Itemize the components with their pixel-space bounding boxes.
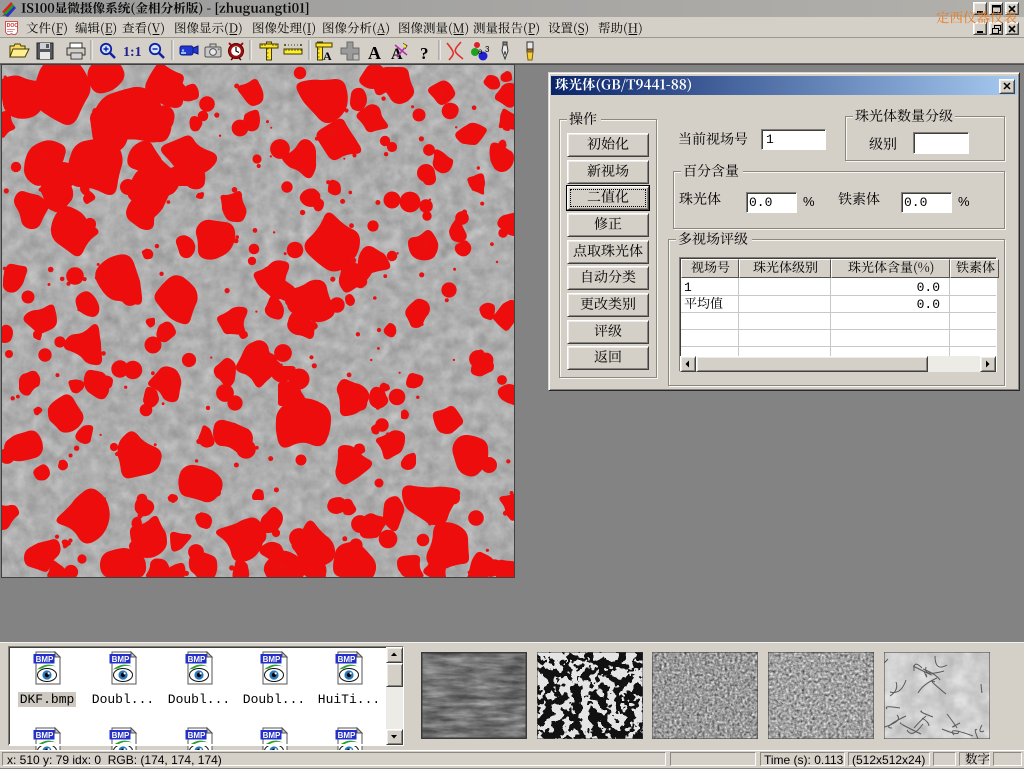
svg-text:A: A (323, 49, 332, 63)
svg-text:BMP: BMP (188, 655, 206, 664)
svg-text:3: 3 (485, 45, 490, 54)
svg-text:A: A (368, 43, 381, 63)
svg-text:?: ? (420, 44, 429, 63)
svg-text:BMP: BMP (263, 655, 281, 664)
svg-text:DOC: DOC (7, 23, 19, 29)
svg-text:BMP: BMP (112, 655, 130, 664)
svg-text:BMP: BMP (36, 731, 54, 740)
svg-text:BMP: BMP (338, 655, 356, 664)
svg-text:A: A (391, 46, 403, 63)
svg-text:a: a (478, 47, 483, 56)
svg-text:BMP: BMP (263, 731, 281, 740)
svg-text:BMP: BMP (188, 731, 206, 740)
svg-text:BMP: BMP (338, 731, 356, 740)
svg-text:BMP: BMP (36, 655, 54, 664)
svg-text:1:1: 1:1 (123, 45, 142, 60)
svg-text:BMP: BMP (112, 731, 130, 740)
